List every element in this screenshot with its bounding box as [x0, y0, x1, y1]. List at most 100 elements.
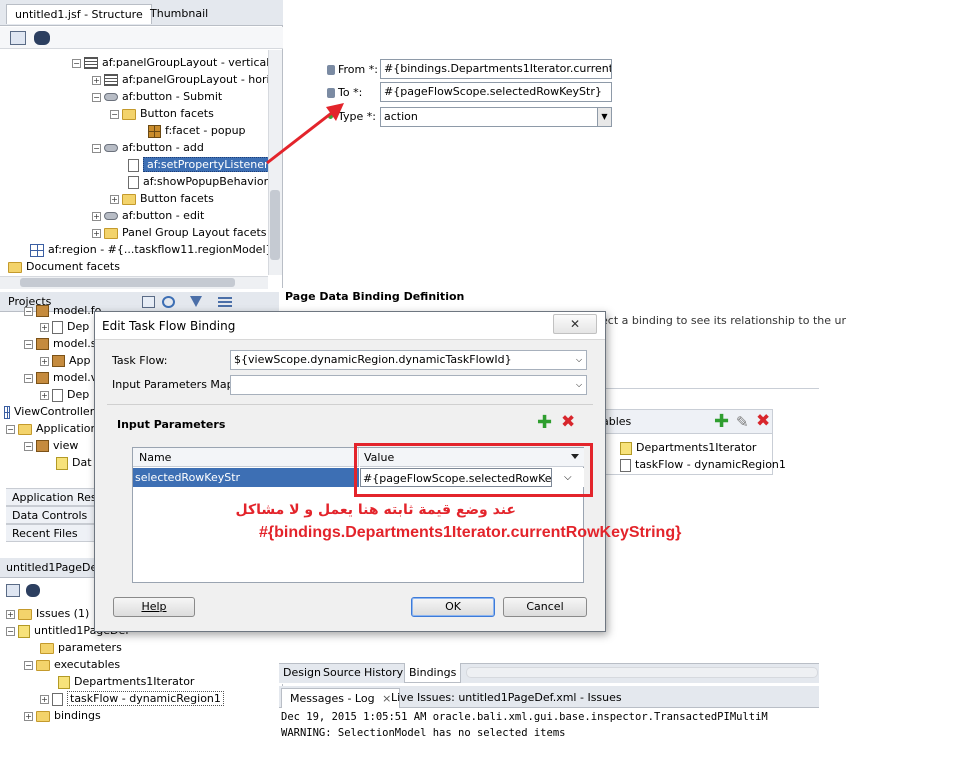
- close-icon[interactable]: ✕: [553, 314, 597, 334]
- expand-icon[interactable]: +: [40, 694, 49, 704]
- find-binoculars-icon[interactable]: [26, 584, 40, 597]
- panel-layout-icon: [84, 57, 98, 69]
- task-flow-label: Task Flow:: [112, 354, 168, 367]
- tab-structure[interactable]: untitled1.jsf - Structure: [6, 4, 152, 24]
- from-field[interactable]: #{bindings.Departments1Iterator.currentR…: [380, 59, 612, 79]
- tree-item[interactable]: af:showPopupBehavior: [128, 173, 268, 190]
- tree-item[interactable]: + af:panelGroupLayout - horizo: [92, 71, 282, 88]
- collapse-icon[interactable]: −: [72, 58, 81, 68]
- collapse-icon[interactable]: −: [92, 92, 101, 102]
- folder-icon: [18, 608, 32, 620]
- expand-icon[interactable]: +: [92, 228, 101, 238]
- tree-item[interactable]: − model.s: [24, 335, 96, 352]
- collapse-icon[interactable]: −: [92, 143, 101, 153]
- editor-divider: [601, 388, 819, 389]
- chevron-down-icon[interactable]: ⌵: [572, 376, 586, 394]
- collapse-icon[interactable]: −: [24, 660, 33, 670]
- input-map-field[interactable]: ⌵: [230, 375, 587, 395]
- chevron-down-icon[interactable]: ▼: [597, 108, 611, 126]
- help-button[interactable]: Help: [113, 597, 195, 617]
- cancel-button[interactable]: Cancel: [503, 597, 587, 617]
- tree-item[interactable]: + bindings: [24, 707, 101, 724]
- collapse-icon[interactable]: −: [24, 441, 33, 451]
- tab-source[interactable]: Source: [319, 663, 365, 683]
- tree-item[interactable]: + Button facets: [110, 190, 214, 207]
- settings-icon[interactable]: [218, 297, 232, 307]
- refresh-icon[interactable]: [162, 296, 175, 308]
- tree-item[interactable]: + af:button - edit: [92, 207, 204, 224]
- tree-item[interactable]: + Dep: [40, 318, 89, 335]
- package-icon: [36, 372, 49, 384]
- filter-icon[interactable]: [190, 296, 202, 307]
- task-flow-field[interactable]: ${viewScope.dynamicRegion.dynamicTaskFlo…: [230, 350, 587, 370]
- tree-item[interactable]: af:region - #{...taskflow11.regionModel}: [30, 241, 273, 258]
- delete-icon[interactable]: ✖: [561, 413, 575, 431]
- expand-icon[interactable]: +: [40, 390, 49, 400]
- collapse-icon[interactable]: −: [24, 339, 33, 349]
- expand-icon[interactable]: +: [92, 75, 101, 85]
- synchronize-icon[interactable]: [6, 584, 20, 597]
- folder-icon: [104, 227, 118, 239]
- tree-item[interactable]: − af:button - add: [92, 139, 204, 156]
- expand-icon[interactable]: +: [110, 194, 119, 204]
- tree-item[interactable]: − af:panelGroupLayout - vertical: [72, 54, 269, 71]
- tree-item[interactable]: f:facet - popup: [148, 122, 246, 139]
- delete-icon[interactable]: ✖: [756, 412, 770, 430]
- tab-bindings[interactable]: Bindings: [404, 663, 462, 683]
- chevron-down-icon[interactable]: ⌵: [572, 351, 586, 369]
- executable-item[interactable]: taskFlow - dynamicRegion1: [620, 456, 786, 473]
- expand-icon[interactable]: +: [40, 322, 49, 332]
- add-icon[interactable]: ✚: [714, 413, 729, 431]
- package-icon: [36, 338, 49, 350]
- tree-item[interactable]: − af:button - Submit: [92, 88, 222, 105]
- taskflow-icon: [52, 692, 63, 706]
- tab-live-issues[interactable]: Live Issues: untitled1PageDef.xml - Issu…: [383, 688, 630, 708]
- pagedef-icon: [18, 624, 30, 638]
- collapse-icon[interactable]: −: [24, 306, 33, 316]
- tree-item-selected[interactable]: af:setPropertyListener: [128, 156, 273, 173]
- tree-item[interactable]: + Issues (1): [6, 605, 89, 622]
- collapse-icon[interactable]: −: [24, 373, 33, 383]
- expand-icon[interactable]: +: [24, 711, 33, 721]
- find-binoculars-icon[interactable]: [34, 31, 50, 45]
- expand-icon[interactable]: +: [6, 609, 15, 619]
- ok-button[interactable]: OK: [411, 597, 495, 617]
- collapse-icon[interactable]: −: [110, 109, 119, 119]
- column-header-name[interactable]: Name: [133, 448, 359, 467]
- iterator-icon: [58, 675, 70, 689]
- tree-item[interactable]: ViewController: [4, 403, 94, 420]
- tree-item[interactable]: Dat: [56, 454, 92, 471]
- tree-item[interactable]: + Panel Group Layout facets: [92, 224, 267, 241]
- tree-item[interactable]: − model.v: [24, 369, 97, 386]
- tree-item[interactable]: parameters: [40, 639, 122, 656]
- expand-icon[interactable]: +: [92, 211, 101, 221]
- search-icon[interactable]: [142, 296, 155, 308]
- synchronize-icon[interactable]: [10, 31, 26, 45]
- to-field[interactable]: #{pageFlowScope.selectedRowKeyStr}: [380, 82, 612, 102]
- tab-history[interactable]: History: [360, 663, 407, 683]
- tree-item[interactable]: + Dep: [40, 386, 89, 403]
- tree-item[interactable]: + taskFlow - dynamicRegion1: [40, 690, 224, 707]
- editor-horizontal-scrollbar[interactable]: [466, 667, 818, 678]
- tree-item[interactable]: + App: [40, 352, 91, 369]
- edit-pencil-icon[interactable]: ✎: [736, 413, 749, 431]
- tree-item[interactable]: Departments1Iterator: [58, 673, 194, 690]
- expand-icon[interactable]: +: [40, 356, 49, 366]
- scrollbar-thumb[interactable]: [270, 190, 280, 260]
- tree-item[interactable]: Document facets: [8, 258, 120, 275]
- table-row-name-cell[interactable]: selectedRowKeyStr: [133, 468, 359, 487]
- app-module-icon: [52, 355, 65, 367]
- tree-item[interactable]: − executables: [24, 656, 120, 673]
- collapse-icon[interactable]: −: [6, 424, 15, 434]
- tree-item[interactable]: − view: [24, 437, 78, 454]
- add-icon[interactable]: ✚: [537, 414, 552, 432]
- tree-item[interactable]: − Application S: [6, 420, 108, 437]
- tree-item[interactable]: − Button facets: [110, 105, 214, 122]
- type-select[interactable]: action ▼: [380, 107, 612, 127]
- collapse-icon[interactable]: −: [6, 626, 15, 636]
- executable-item[interactable]: Departments1Iterator: [620, 439, 756, 456]
- file-icon: [52, 320, 63, 334]
- tree-item[interactable]: − model.fo: [24, 302, 101, 319]
- tab-thumbnail[interactable]: Thumbnail: [142, 4, 216, 24]
- scrollbar-thumb[interactable]: [20, 278, 235, 287]
